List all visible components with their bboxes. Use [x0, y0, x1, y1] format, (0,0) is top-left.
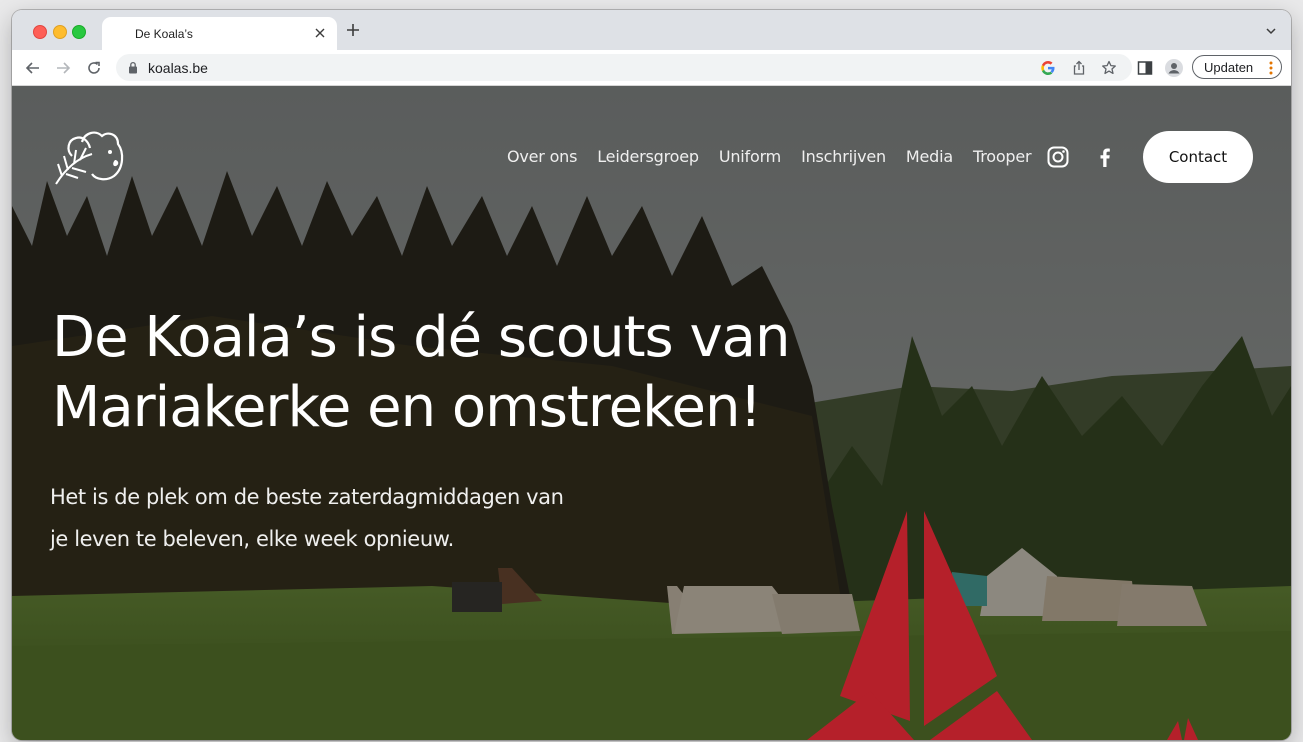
- hero-headline-line-1: De Koala’s is dé scouts van: [52, 305, 790, 370]
- update-label: Updaten: [1204, 60, 1254, 75]
- main-nav: Over ons Leidersgroep Uniform Inschrijve…: [507, 147, 1032, 169]
- close-window-button[interactable]: [33, 25, 47, 39]
- share-icon[interactable]: [1071, 60, 1087, 76]
- kebab-menu-icon[interactable]: [1269, 61, 1273, 80]
- address-bar[interactable]: koalas.be: [116, 54, 1132, 81]
- browser-toolbar: koalas.be Updaten: [12, 50, 1291, 86]
- update-button[interactable]: Updaten: [1192, 55, 1282, 79]
- side-panel-icon[interactable]: [1136, 59, 1154, 77]
- tab-strip: De Koala’s: [12, 10, 1291, 50]
- nav-over-ons[interactable]: Over ons: [507, 147, 577, 169]
- hero-subtitle-line-1: Het is de plek om de beste zaterdagmidda…: [50, 485, 564, 509]
- star-icon[interactable]: [1101, 60, 1117, 76]
- browser-window: De Koala’s koalas.be Updaten Over ons Le…: [12, 10, 1291, 740]
- reload-icon[interactable]: [85, 59, 103, 77]
- hero-subtitle-line-2: je leven te beleven, elke week opnieuw.: [50, 527, 454, 551]
- arrow-right-icon[interactable]: [54, 59, 72, 77]
- nav-media[interactable]: Media: [906, 147, 953, 169]
- plus-icon[interactable]: [343, 21, 363, 41]
- instagram-icon[interactable]: [1047, 146, 1069, 168]
- facebook-icon[interactable]: [1094, 146, 1116, 168]
- google-icon[interactable]: [1040, 60, 1056, 76]
- zoom-window-button[interactable]: [72, 25, 86, 39]
- browser-tab-active[interactable]: De Koala’s: [102, 17, 337, 50]
- hero-subtitle: Het is de plek om de beste zaterdagmidda…: [50, 476, 670, 560]
- close-icon[interactable]: [311, 25, 329, 43]
- lock-icon[interactable]: [128, 61, 138, 79]
- nav-leidersgroep[interactable]: Leidersgroep: [597, 147, 699, 169]
- koala-logo-icon[interactable]: [52, 128, 126, 193]
- profile-icon[interactable]: [1165, 59, 1183, 77]
- nav-uniform[interactable]: Uniform: [719, 147, 781, 169]
- url-text[interactable]: koalas.be: [148, 60, 208, 76]
- web-page: Over ons Leidersgroep Uniform Inschrijve…: [12, 86, 1291, 740]
- minimize-window-button[interactable]: [53, 25, 67, 39]
- arrow-left-icon[interactable]: [24, 59, 42, 77]
- nav-inschrijven[interactable]: Inschrijven: [801, 147, 886, 169]
- tab-title: De Koala’s: [135, 27, 193, 41]
- contact-button[interactable]: Contact: [1143, 131, 1253, 183]
- nav-trooper[interactable]: Trooper: [973, 147, 1032, 169]
- hero-headline-line-2: Mariakerke en omstreken!: [52, 375, 762, 440]
- hero-headline: De Koala’s is dé scouts van Mariakerke e…: [52, 303, 832, 443]
- chevron-down-icon[interactable]: [1265, 24, 1277, 42]
